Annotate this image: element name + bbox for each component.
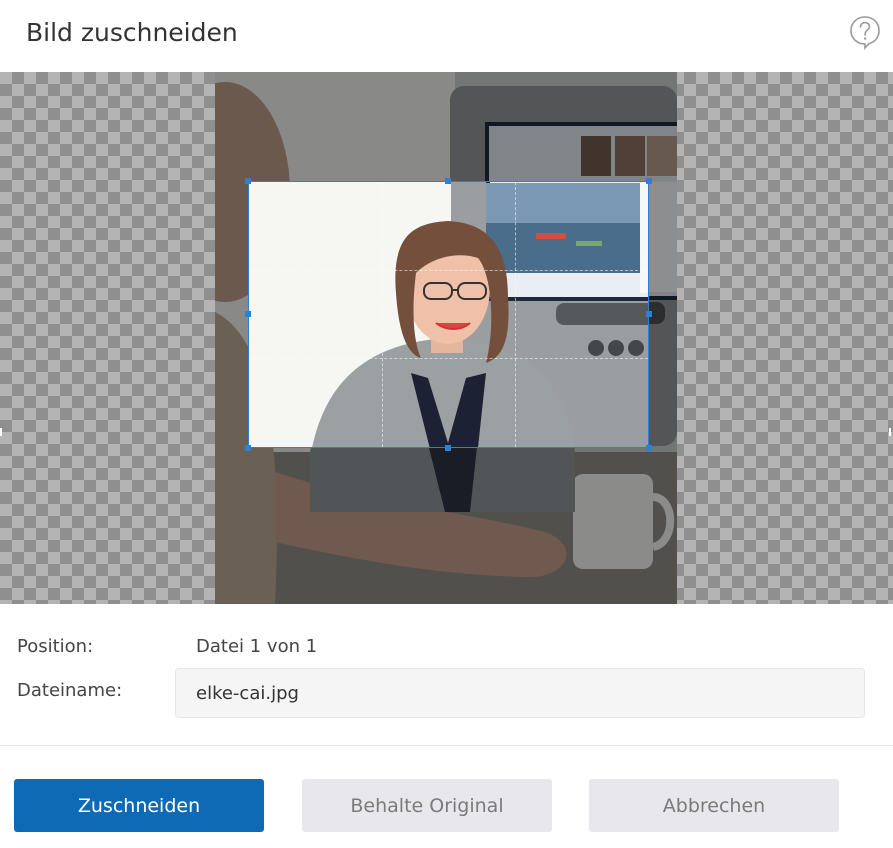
footer-divider bbox=[0, 745, 893, 746]
crop-handle-left[interactable] bbox=[245, 311, 251, 317]
crop-handle-right[interactable] bbox=[646, 311, 652, 317]
crop-handle-top-left[interactable] bbox=[245, 178, 251, 184]
crop-guide-vertical-1 bbox=[382, 182, 383, 447]
crop-guide-horizontal-1 bbox=[249, 270, 648, 271]
help-circle-icon[interactable] bbox=[848, 14, 882, 51]
dialog-header: Bild zuschneiden bbox=[0, 0, 893, 72]
crop-handle-top[interactable] bbox=[445, 178, 451, 184]
crop-handle-top-right[interactable] bbox=[646, 178, 652, 184]
keep-original-button[interactable]: Behalte Original bbox=[302, 779, 552, 832]
crop-guide-horizontal-2 bbox=[249, 358, 648, 359]
position-label: Position: bbox=[17, 636, 94, 657]
crop-handle-bottom-left[interactable] bbox=[245, 445, 251, 451]
crop-handle-bottom-right[interactable] bbox=[646, 445, 652, 451]
crop-guide-vertical-2 bbox=[515, 182, 516, 447]
filename-label: Dateiname: bbox=[17, 680, 123, 701]
filename-input[interactable] bbox=[175, 668, 865, 718]
crop-handle-bottom[interactable] bbox=[445, 445, 451, 451]
dialog-title: Bild zuschneiden bbox=[26, 18, 238, 47]
crop-preview bbox=[249, 182, 648, 447]
right-edge-handle bbox=[889, 428, 891, 436]
position-value: Datei 1 von 1 bbox=[196, 636, 318, 657]
cancel-button[interactable]: Abbrechen bbox=[589, 779, 839, 832]
crop-button[interactable]: Zuschneiden bbox=[14, 779, 264, 832]
crop-selection[interactable] bbox=[248, 181, 649, 448]
left-edge-handle bbox=[0, 428, 2, 436]
